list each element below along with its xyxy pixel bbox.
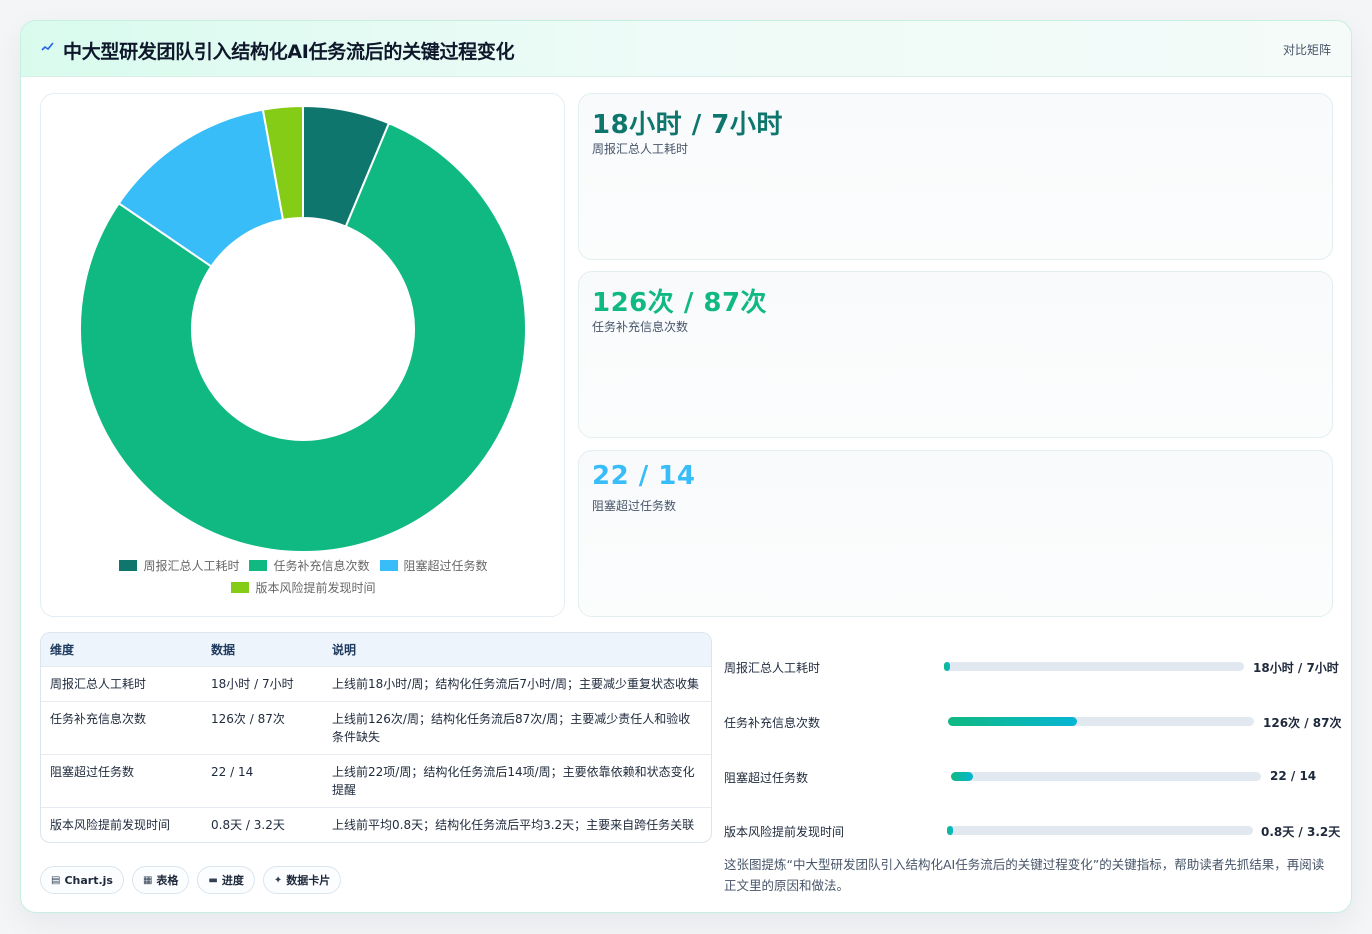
progress-fill	[947, 826, 954, 835]
sparkline-icon	[41, 40, 55, 54]
table-cell-data: 126次 / 87次	[202, 700, 323, 754]
legend-label: 阻塞超过任务数	[403, 558, 488, 573]
kpi-label: 任务补充信息次数	[592, 320, 689, 334]
legend-item[interactable]: 版本风险提前发现时间	[231, 579, 376, 596]
progress-fill	[948, 717, 1077, 726]
progress-track	[944, 662, 1244, 671]
progress-label: 周报汇总人工耗时	[724, 661, 821, 675]
dashboard-card: 中大型研发团队引入结构化AI任务流后的关键过程变化 对比矩阵 周报汇总人工耗时任…	[20, 20, 1352, 913]
chip-label: 数据卡片	[286, 874, 331, 887]
legend-item[interactable]: 周报汇总人工耗时	[119, 557, 239, 574]
donut-chart-panel: 周报汇总人工耗时 任务补充信息次数 阻塞超过任务数 版本风险提前发现时间	[40, 93, 565, 617]
feature-chips: ▤ Chart.js ▦ 表格 ▬ 进度 ✦ 数据卡片	[40, 866, 342, 894]
table-row: 周报汇总人工耗时 18小时 / 7小时 上线前18小时/周；结构化任务流后7小时…	[41, 665, 711, 701]
progress-label: 任务补充信息次数	[724, 716, 821, 730]
progress-list: 周报汇总人工耗时 18小时 / 7小时 任务补充信息次数 126次 / 87次 …	[724, 632, 1342, 852]
progress-row: 任务补充信息次数 126次 / 87次	[724, 711, 1342, 731]
legend-item[interactable]: 阻塞超过任务数	[379, 557, 488, 574]
legend-label: 周报汇总人工耗时	[143, 558, 240, 573]
legend-swatch	[119, 559, 138, 571]
kpi-card-info-supplements: 126次 / 87次 任务补充信息次数	[578, 271, 1333, 438]
progress-fill	[944, 662, 950, 671]
column-header: 维度	[50, 642, 75, 657]
legend-swatch	[231, 581, 250, 593]
chip-label: Chart.js	[64, 873, 113, 887]
progress-track	[951, 772, 1261, 781]
progress-row: 版本风险提前发现时间 0.8天 / 3.2天	[724, 820, 1340, 840]
chart-icon: ▤	[51, 874, 61, 886]
card-icon: ✦	[273, 874, 283, 886]
progress-value: 18小时 / 7小时	[1253, 661, 1339, 675]
page-title: 中大型研发团队引入结构化AI任务流后的关键过程变化	[63, 41, 515, 63]
progress-label: 阻塞超过任务数	[724, 771, 809, 785]
chart-legend: 周报汇总人工耗时 任务补充信息次数 阻塞超过任务数 版本风险提前发现时间	[41, 554, 566, 598]
kpi-card-blocked-tasks: 22 / 14 阻塞超过任务数	[578, 450, 1333, 617]
table-icon: ▦	[142, 874, 153, 886]
kpi-card-weekly-hours: 18小时 / 7小时 周报汇总人工耗时	[578, 93, 1333, 260]
column-header: 数据	[211, 642, 236, 657]
chip-label: 表格	[156, 874, 179, 887]
progress-fill	[951, 772, 973, 781]
kpi-label: 周报汇总人工耗时	[592, 142, 689, 156]
legend-swatch	[249, 559, 268, 571]
progress-label: 版本风险提前发现时间	[724, 825, 845, 839]
table-cell-desc: 上线前18小时/周；结构化任务流后7小时/周；主要减少重复状态收集	[323, 665, 711, 701]
comparison-table: 维度 数据 说明 周报汇总人工耗时 18小时 / 7小时 上线前18小时/周；结…	[40, 632, 712, 843]
table-cell-data: 18小时 / 7小时	[202, 665, 323, 701]
table-cell-dim: 任务补充信息次数	[41, 700, 202, 754]
table-cell-desc: 上线前平均0.8天；结构化任务流后平均3.2天；主要来自跨任务关联	[323, 806, 711, 842]
table-cell-data: 0.8天 / 3.2天	[202, 806, 323, 842]
donut-chart	[79, 104, 527, 553]
table-header-row: 维度 数据 说明	[41, 633, 711, 666]
table-row: 版本风险提前发现时间 0.8天 / 3.2天 上线前平均0.8天；结构化任务流后…	[41, 806, 711, 842]
table-cell-dim: 周报汇总人工耗时	[41, 665, 202, 701]
table-row: 阻塞超过任务数 22 / 14 上线前22项/周；结构化任务流后14项/周；主要…	[41, 753, 711, 807]
card-header: 中大型研发团队引入结构化AI任务流后的关键过程变化 对比矩阵	[21, 21, 1351, 77]
progress-value: 126次 / 87次	[1263, 716, 1342, 730]
progress-icon: ▬	[208, 874, 218, 886]
column-header: 说明	[332, 642, 357, 657]
table-cell-dim: 版本风险提前发现时间	[41, 806, 202, 842]
legend-swatch	[379, 559, 398, 571]
legend-label: 任务补充信息次数	[273, 558, 370, 573]
table-cell-desc: 上线前126次/周；结构化任务流后87次/周；主要减少责任人和验收条件缺失	[323, 700, 711, 754]
table-cell-dim: 阻塞超过任务数	[41, 753, 202, 807]
table-cell-data: 22 / 14	[202, 753, 323, 807]
chip-table[interactable]: ▦ 表格	[131, 866, 190, 894]
table-row: 任务补充信息次数 126次 / 87次 上线前126次/周；结构化任务流后87次…	[41, 700, 711, 754]
legend-label: 版本风险提前发现时间	[255, 580, 376, 595]
summary-note: 这张图提炼“中大型研发团队引入结构化AI任务流后的关键过程变化”的关键指标，帮助…	[724, 857, 1325, 893]
progress-value: 0.8天 / 3.2天	[1261, 825, 1341, 839]
progress-value: 22 / 14	[1270, 769, 1317, 783]
legend-item[interactable]: 任务补充信息次数	[249, 557, 370, 574]
kpi-label: 阻塞超过任务数	[592, 499, 677, 513]
kpi-value: 126次 / 87次	[592, 288, 768, 318]
chip-label: 进度	[221, 874, 244, 887]
kpi-value: 18小时 / 7小时	[592, 110, 783, 140]
chip-chartjs[interactable]: ▤ Chart.js	[40, 866, 124, 894]
progress-row: 阻塞超过任务数 22 / 14	[724, 766, 1336, 786]
header-tag: 对比矩阵	[1282, 43, 1331, 57]
chip-progress[interactable]: ▬ 进度	[197, 866, 255, 894]
kpi-value: 22 / 14	[592, 461, 696, 491]
progress-row: 周报汇总人工耗时 18小时 / 7小时	[724, 656, 1339, 676]
progress-track	[948, 717, 1254, 726]
progress-track	[947, 826, 1253, 835]
chip-data-cards[interactable]: ✦ 数据卡片	[262, 866, 342, 894]
table-cell-desc: 上线前22项/周；结构化任务流后14项/周；主要依靠依赖和状态变化提醒	[323, 753, 711, 807]
